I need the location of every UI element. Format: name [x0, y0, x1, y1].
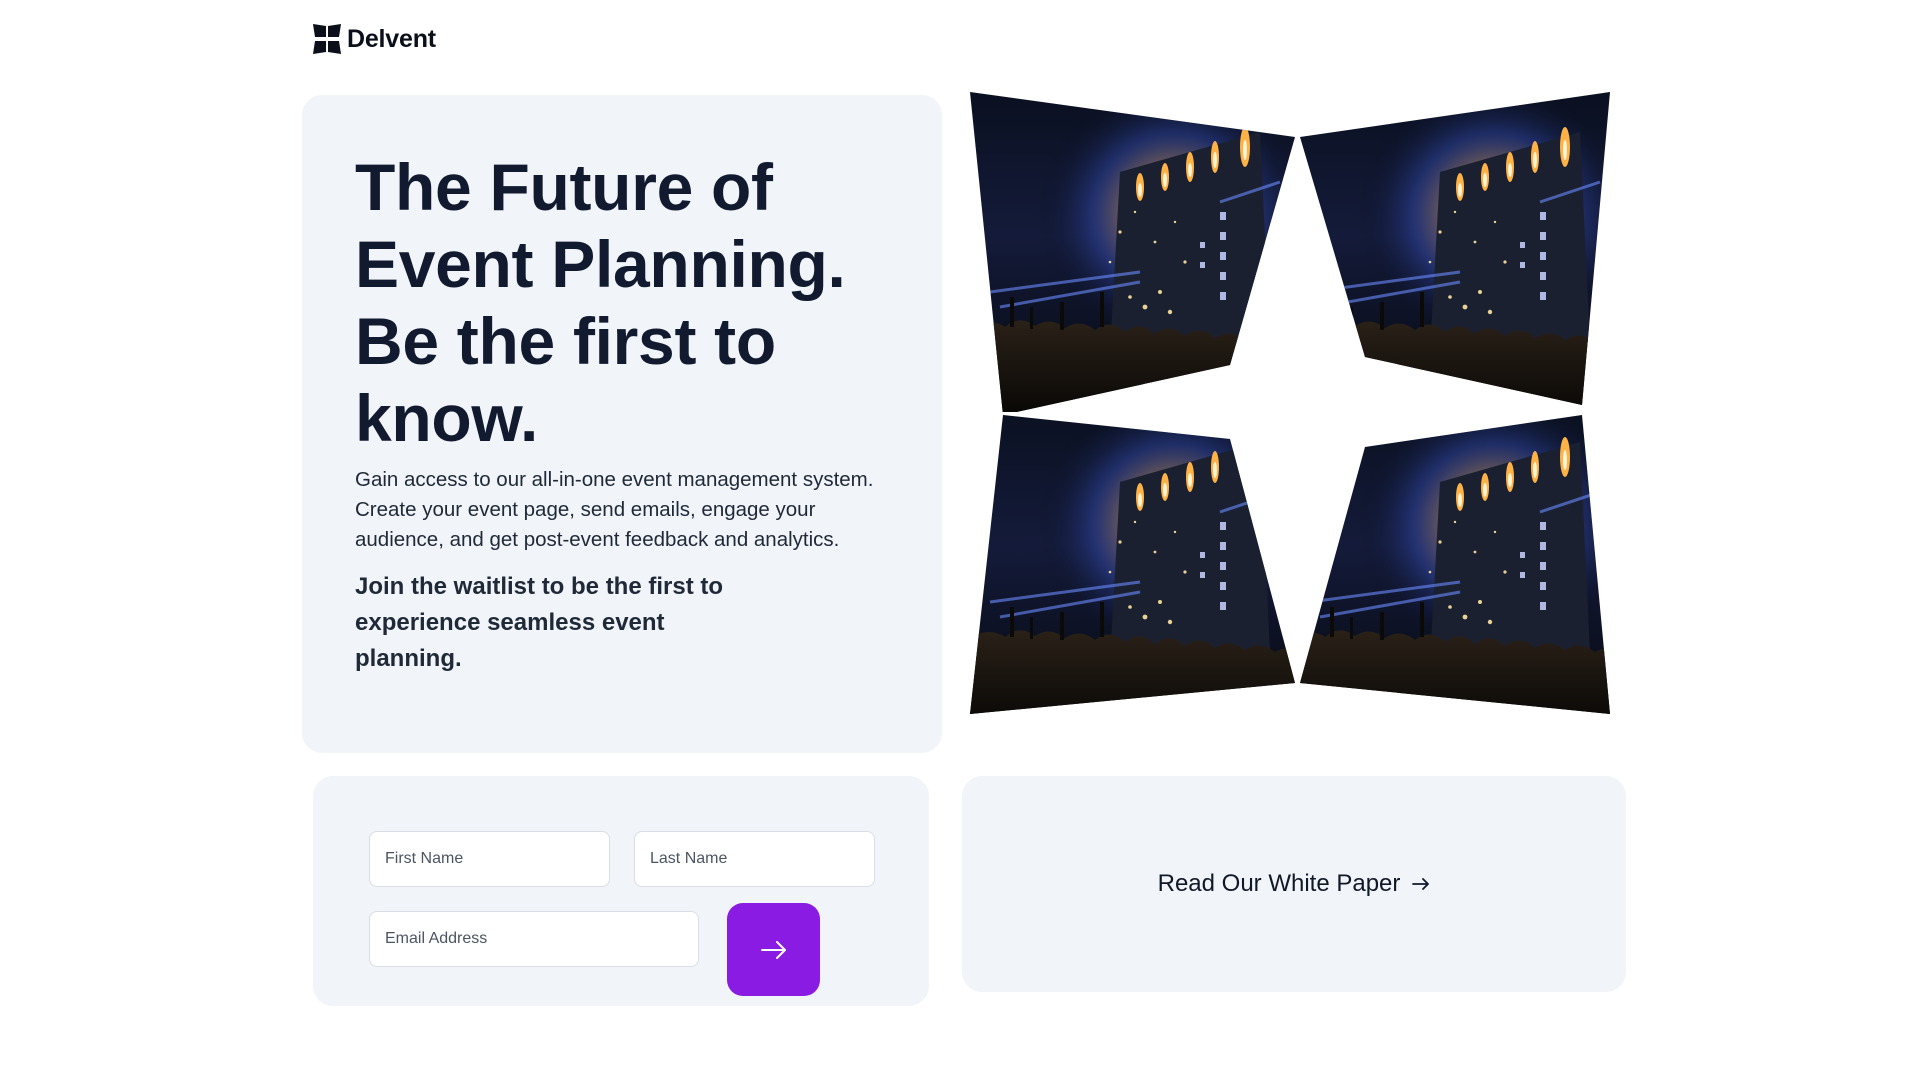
read-white-paper-link[interactable]: Read Our White Paper — [1158, 870, 1431, 898]
hero-description: Gain access to our all-in-one event mana… — [355, 468, 874, 551]
arrow-right-icon — [1412, 878, 1430, 890]
white-paper-card: Read Our White Paper — [962, 776, 1626, 992]
waitlist-callout: Join the waitlist to be the first to exp… — [355, 573, 724, 672]
concert-photo-tile — [970, 92, 1295, 414]
concert-photo-tile — [1300, 92, 1610, 405]
concert-image-collage — [970, 92, 1610, 714]
concert-photo-tile — [970, 415, 1295, 714]
hero-card: The Future of Event Planning. Be the fir… — [302, 95, 942, 753]
waitlist-form — [313, 776, 929, 1006]
four-petal-logo-icon — [313, 24, 341, 54]
brand-name: Delvent — [347, 24, 436, 53]
landing-page: Delvent The Future of Event Planning. Be… — [0, 0, 1920, 1080]
concert-photo-tile — [1300, 415, 1610, 714]
white-paper-label: Read Our White Paper — [1157, 870, 1401, 897]
first-name-input[interactable] — [369, 831, 610, 887]
last-name-input[interactable] — [634, 831, 875, 887]
arrow-right-icon — [760, 940, 786, 959]
submit-waitlist-button[interactable] — [727, 903, 820, 996]
hero-title: The Future of Event Planning. Be the fir… — [355, 150, 846, 455]
email-input[interactable] — [369, 911, 699, 967]
brand-logo[interactable]: Delvent — [313, 24, 436, 54]
